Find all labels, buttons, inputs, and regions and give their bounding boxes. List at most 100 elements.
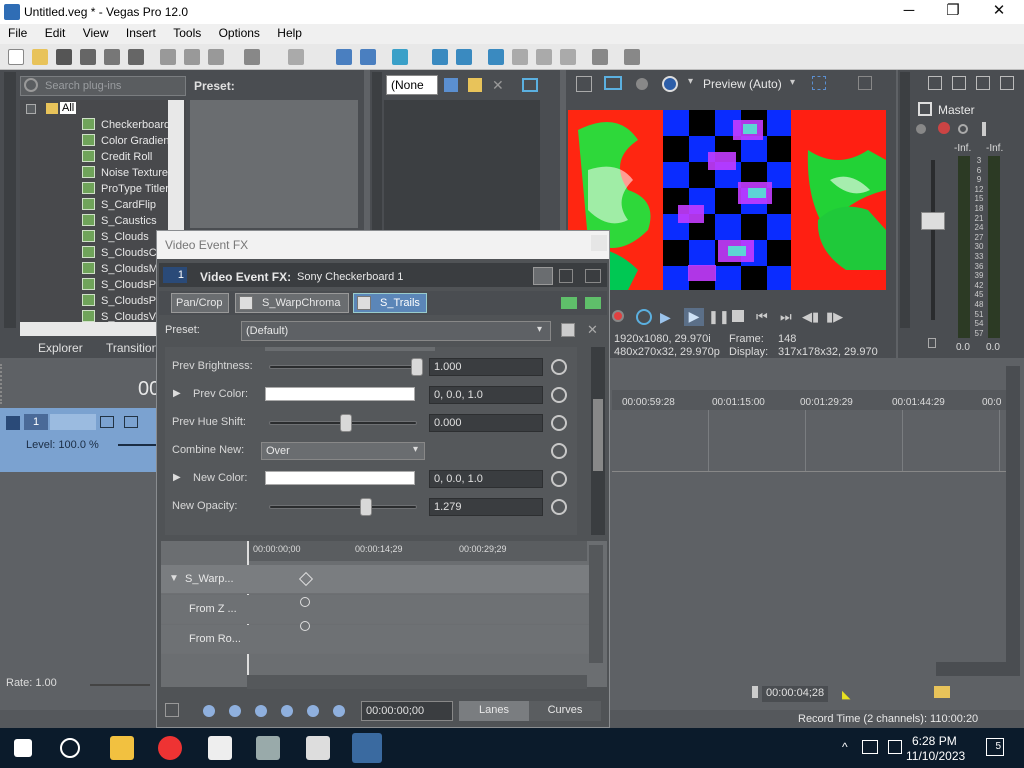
- enable-snapping-icon[interactable]: [392, 49, 408, 65]
- tab-explorer[interactable]: Explorer: [38, 341, 83, 355]
- preview-quality-dropdown[interactable]: Preview (Auto): [703, 77, 782, 91]
- fader-lock-icon[interactable]: [928, 338, 936, 348]
- master-solo-icon[interactable]: [982, 122, 986, 136]
- param-value[interactable]: 1.000: [429, 358, 543, 376]
- plugin-item[interactable]: Color Gradient: [82, 134, 173, 150]
- track-level-slider[interactable]: [118, 444, 158, 446]
- split-screen-icon[interactable]: [662, 76, 678, 92]
- remove-plugin-icon[interactable]: [585, 297, 601, 309]
- search-icon[interactable]: [60, 738, 80, 758]
- master-mute-icon[interactable]: [958, 124, 968, 134]
- panel-docking-handle[interactable]: [4, 72, 16, 328]
- paste-icon[interactable]: [208, 49, 224, 65]
- param-slider-thumb[interactable]: [340, 414, 352, 432]
- timeline-vscrollbar[interactable]: [1006, 366, 1020, 666]
- kf-track-row[interactable]: ▼ S_Warp...: [161, 565, 589, 594]
- plugin-item[interactable]: S_Clouds: [82, 230, 149, 246]
- cut-icon[interactable]: [160, 49, 176, 65]
- track-fx-icon[interactable]: [124, 416, 138, 428]
- kf-vscrollbar[interactable]: [589, 545, 603, 663]
- master-docking-handle[interactable]: [900, 72, 910, 328]
- add-keyframe-icon[interactable]: [307, 705, 319, 717]
- view-list-icon[interactable]: [533, 267, 553, 285]
- menu-help[interactable]: Help: [277, 24, 302, 40]
- envelope-tool-icon[interactable]: [360, 49, 376, 65]
- curves-button[interactable]: Curves: [529, 701, 601, 721]
- save-preset-icon[interactable]: [561, 323, 575, 337]
- save-icon[interactable]: [56, 49, 72, 65]
- kf-track-row[interactable]: From Ro...: [161, 625, 589, 654]
- trimmer-settings-icon[interactable]: [444, 78, 458, 92]
- combine-mode-dropdown[interactable]: Over: [261, 442, 425, 460]
- trimmer-monitor-icon[interactable]: [522, 78, 538, 92]
- di-app-icon[interactable]: [306, 736, 330, 760]
- go-to-end-icon[interactable]: ⏭: [780, 309, 792, 325]
- properties-brush-icon[interactable]: [592, 49, 608, 65]
- mixer-bus-icon[interactable]: [952, 76, 966, 90]
- menu-edit[interactable]: Edit: [45, 24, 66, 40]
- new-project-icon[interactable]: [8, 49, 24, 65]
- color-swatch[interactable]: [265, 471, 415, 485]
- vegas-taskbar-icon[interactable]: [352, 733, 382, 763]
- close-button[interactable]: ✕: [976, 0, 1022, 24]
- param-slider-thumb[interactable]: [359, 498, 372, 516]
- expand-icon[interactable]: ▼: [169, 573, 179, 584]
- delete-preset-icon[interactable]: ✕: [587, 322, 598, 338]
- animate-clock-icon[interactable]: [551, 443, 567, 459]
- preview-properties-icon[interactable]: [576, 76, 592, 92]
- go-to-start-icon[interactable]: ⏮: [756, 309, 768, 325]
- param-slider-track[interactable]: [269, 505, 417, 509]
- preset-list[interactable]: [190, 100, 358, 228]
- ignore-grouping-icon[interactable]: [488, 49, 504, 65]
- next-frame-icon[interactable]: ▮▶: [826, 309, 843, 325]
- auto-ripple-icon[interactable]: [432, 49, 448, 65]
- kf-hscrollbar[interactable]: [247, 675, 587, 689]
- lanes-button[interactable]: Lanes: [459, 701, 529, 721]
- track-name-field[interactable]: [50, 414, 96, 430]
- tray-time[interactable]: 6:28 PM: [912, 734, 957, 748]
- mixer-fx-icon[interactable]: [1000, 76, 1014, 90]
- pause-icon[interactable]: ❚❚: [708, 309, 730, 325]
- keyframe-marker[interactable]: [300, 621, 310, 631]
- view-columns-icon[interactable]: [559, 269, 573, 283]
- search-plugins-input[interactable]: Search plug-ins: [20, 76, 186, 96]
- file-explorer-icon[interactable]: [110, 736, 134, 760]
- expand-icon[interactable]: ▶: [173, 472, 181, 483]
- chain-item-pan-crop[interactable]: Pan/Crop: [171, 293, 229, 313]
- master-fx-icon[interactable]: [916, 124, 926, 134]
- keyframe-time-field[interactable]: 00:00:00;00: [361, 701, 453, 721]
- crossfades-icon[interactable]: [512, 49, 528, 65]
- master-fader-handle[interactable]: [921, 212, 945, 230]
- loop-playback-icon[interactable]: [636, 309, 652, 325]
- first-keyframe-icon[interactable]: [203, 705, 215, 717]
- next-keyframe-icon[interactable]: [255, 705, 267, 717]
- copy-icon[interactable]: [184, 49, 200, 65]
- animate-clock-icon[interactable]: [551, 359, 567, 375]
- network-icon[interactable]: [862, 740, 878, 754]
- kf-track-row[interactable]: From Z ...: [161, 595, 589, 624]
- save-as-icon[interactable]: [80, 49, 96, 65]
- sync-cursor-icon[interactable]: [165, 703, 179, 717]
- open-folder-icon[interactable]: [32, 49, 48, 65]
- master-fx-bypass-icon[interactable]: [938, 122, 950, 134]
- render-icon[interactable]: [104, 49, 120, 65]
- param-value[interactable]: 0.000: [429, 414, 543, 432]
- menu-view[interactable]: View: [83, 24, 109, 40]
- menu-tools[interactable]: Tools: [173, 24, 201, 40]
- timeline-zoom-controls[interactable]: [936, 662, 1020, 676]
- mixer-properties-icon[interactable]: [928, 76, 942, 90]
- prev-keyframe-icon[interactable]: [229, 705, 241, 717]
- mixer-insert-icon[interactable]: [976, 76, 990, 90]
- collapse-tree-icon[interactable]: [26, 104, 36, 114]
- dialog-close-button[interactable]: [591, 235, 607, 251]
- zoom-tool-icon[interactable]: [560, 49, 576, 65]
- cursor-time[interactable]: 00:00:04;28: [762, 686, 828, 702]
- record-icon[interactable]: [612, 310, 624, 322]
- security-shield-icon[interactable]: [208, 736, 232, 760]
- plugin-chain-icon[interactable]: [561, 297, 577, 309]
- trimmer-dropdown[interactable]: (None: [386, 75, 438, 95]
- param-slider-track[interactable]: [269, 365, 417, 369]
- rate-slider[interactable]: [90, 684, 150, 686]
- volume-icon[interactable]: [888, 740, 902, 754]
- play-icon[interactable]: ▶: [684, 308, 704, 326]
